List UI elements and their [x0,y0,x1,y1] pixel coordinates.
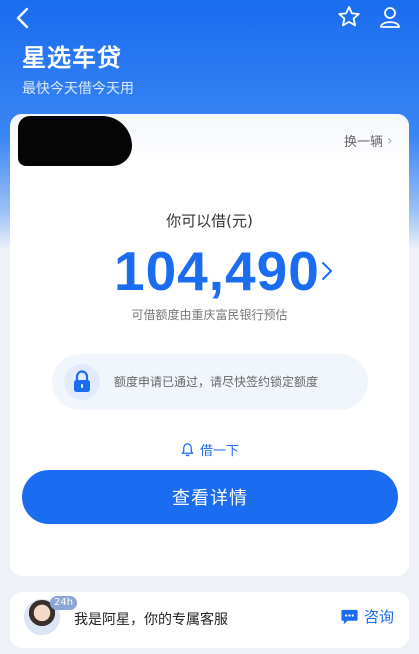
top-bar [0,0,419,36]
consult-button[interactable]: 咨询 [340,606,394,627]
switch-car-label: 换一辆 [344,135,384,150]
amount-row[interactable]: 104,490 [10,238,409,304]
bell-icon [181,443,194,457]
loan-card: 换一辆 › 你可以借(元) 104,490 可借额度由重庆富民银行预估 额度申请… [10,114,409,576]
borrow-link[interactable]: 借一下 [180,440,239,459]
consult-label: 咨询 [364,608,395,626]
redacted-block [18,116,132,166]
view-details-button[interactable]: 查看详情 [22,470,398,524]
status-text: 额度申请已通过，请尽快签约锁定额度 [114,375,319,389]
chevron-right-icon [322,262,332,280]
service-text: 我是阿星，你的专属客服 [74,612,228,628]
amount-label: 你可以借(元) [166,212,253,230]
customer-service-bar[interactable]: 24h 我是阿星，你的专属客服 咨询 [10,592,409,648]
status-banner: 额度申请已通过，请尽快签约锁定额度 [52,354,368,410]
lender-note: 可借额度由重庆富民银行预估 [131,308,288,322]
lock-icon [74,370,90,392]
availability-badge: 24h [50,596,78,610]
chat-icon [341,609,358,625]
star-icon[interactable] [336,4,362,30]
user-icon[interactable] [377,4,403,30]
chevron-right-icon: › [387,132,393,149]
back-arrow-icon[interactable] [10,4,38,32]
switch-car-button[interactable]: 换一辆 › [344,131,393,151]
borrow-link-label: 借一下 [200,444,240,459]
loan-amount: 104,490 [114,240,320,302]
page-title: 星选车贷 [22,44,122,72]
lock-icon-wrapper [64,364,100,400]
page-subtitle: 最快今天借今天用 [22,81,134,97]
